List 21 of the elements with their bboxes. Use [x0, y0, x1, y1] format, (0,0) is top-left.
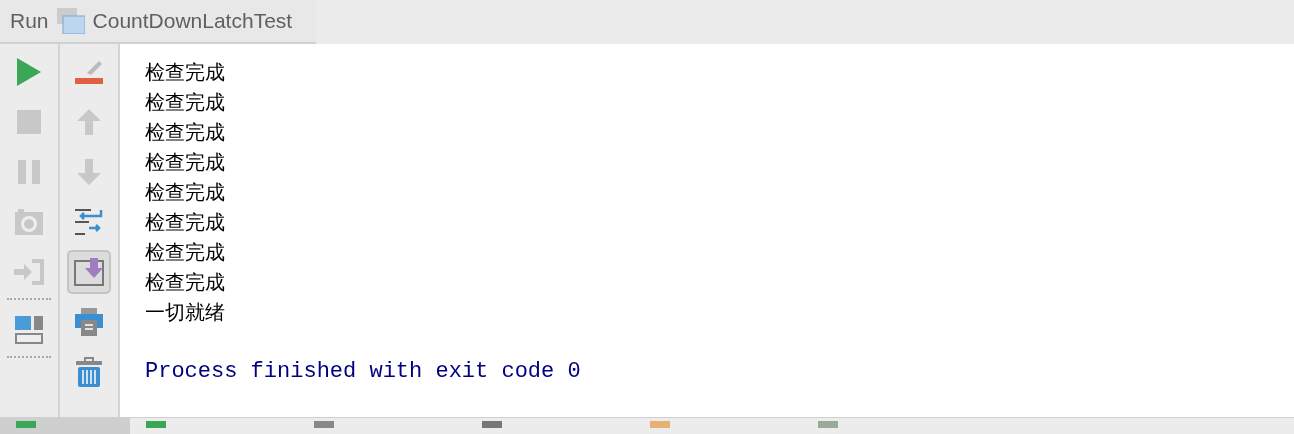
console-line: 检查完成 [145, 240, 225, 264]
toggle-button[interactable] [67, 250, 111, 294]
run-tab[interactable]: Run CountDownLatchTest [0, 0, 316, 44]
eraser-icon[interactable] [75, 59, 103, 85]
console-line: 一切就绪 [145, 300, 225, 324]
printer-icon[interactable] [75, 308, 103, 336]
console-line: 检查完成 [145, 180, 225, 204]
process-exit-message: Process finished with exit code 0 [145, 359, 581, 384]
tool-window-label: Run [10, 9, 49, 33]
layout-icon[interactable] [15, 316, 43, 344]
console-line: 检查完成 [145, 120, 225, 144]
console-line: 检查完成 [145, 150, 225, 174]
window-icon [56, 8, 85, 34]
console-line: 检查完成 [145, 270, 225, 294]
scroll-to-end-icon[interactable] [74, 258, 104, 286]
console-line: 检查完成 [145, 90, 225, 114]
console-line: 检查完成 [145, 210, 225, 234]
console-line: 检查完成 [145, 60, 225, 84]
soft-wrap-icon[interactable] [75, 208, 103, 236]
run-configuration-title: CountDownLatchTest [92, 9, 293, 33]
trash-icon[interactable] [76, 357, 102, 387]
